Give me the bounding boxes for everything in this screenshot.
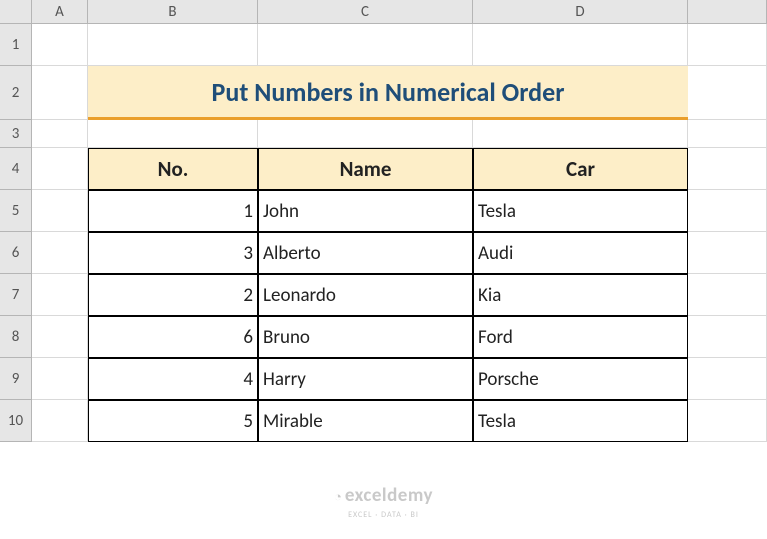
cell-e4[interactable] bbox=[688, 148, 767, 190]
cell-e5[interactable] bbox=[688, 190, 767, 232]
cell-a10[interactable] bbox=[32, 400, 88, 442]
row-header-8[interactable]: 8 bbox=[0, 316, 32, 358]
td-name[interactable]: Mirable bbox=[258, 400, 473, 442]
cell-a1[interactable] bbox=[32, 24, 88, 66]
cell-e1[interactable] bbox=[688, 24, 767, 66]
th-name[interactable]: Name bbox=[258, 148, 473, 190]
th-car[interactable]: Car bbox=[473, 148, 688, 190]
td-name[interactable]: Leonardo bbox=[258, 274, 473, 316]
td-car[interactable]: Kia bbox=[473, 274, 688, 316]
watermark-brand: exceldemy bbox=[345, 484, 433, 507]
row-header-3[interactable]: 3 bbox=[0, 120, 32, 148]
row-header-9[interactable]: 9 bbox=[0, 358, 32, 400]
row-header-7[interactable]: 7 bbox=[0, 274, 32, 316]
cell-a9[interactable] bbox=[32, 358, 88, 400]
select-all-corner[interactable] bbox=[0, 0, 32, 24]
td-no[interactable]: 5 bbox=[88, 400, 258, 442]
cell-a6[interactable] bbox=[32, 232, 88, 274]
td-car[interactable]: Tesla bbox=[473, 400, 688, 442]
td-name[interactable]: Bruno bbox=[258, 316, 473, 358]
col-header-extra[interactable] bbox=[688, 0, 767, 24]
cell-a7[interactable] bbox=[32, 274, 88, 316]
td-no[interactable]: 1 bbox=[88, 190, 258, 232]
cell-e3[interactable] bbox=[688, 120, 767, 148]
row-header-5[interactable]: 5 bbox=[0, 190, 32, 232]
td-car[interactable]: Tesla bbox=[473, 190, 688, 232]
col-header-b[interactable]: B bbox=[88, 0, 258, 24]
cell-b3[interactable] bbox=[88, 120, 258, 148]
row-header-2[interactable]: 2 bbox=[0, 66, 32, 120]
cell-e6[interactable] bbox=[688, 232, 767, 274]
cell-c3[interactable] bbox=[258, 120, 473, 148]
cell-c1[interactable] bbox=[258, 24, 473, 66]
col-header-c[interactable]: C bbox=[258, 0, 473, 24]
row-header-6[interactable]: 6 bbox=[0, 232, 32, 274]
td-car[interactable]: Audi bbox=[473, 232, 688, 274]
cell-a3[interactable] bbox=[32, 120, 88, 148]
td-car[interactable]: Porsche bbox=[473, 358, 688, 400]
watermark-icon: ◔ bbox=[334, 490, 342, 505]
col-header-d[interactable]: D bbox=[473, 0, 688, 24]
cell-b1[interactable] bbox=[88, 24, 258, 66]
cell-e9[interactable] bbox=[688, 358, 767, 400]
row-header-1[interactable]: 1 bbox=[0, 24, 32, 66]
col-header-a[interactable]: A bbox=[32, 0, 88, 24]
watermark: ◔ exceldemy EXCEL · DATA · BI bbox=[334, 486, 433, 521]
td-name[interactable]: Harry bbox=[258, 358, 473, 400]
cell-e8[interactable] bbox=[688, 316, 767, 358]
row-header-10[interactable]: 10 bbox=[0, 400, 32, 442]
td-no[interactable]: 6 bbox=[88, 316, 258, 358]
cell-e7[interactable] bbox=[688, 274, 767, 316]
th-no[interactable]: No. bbox=[88, 148, 258, 190]
cell-d1[interactable] bbox=[473, 24, 688, 66]
cell-e2[interactable] bbox=[688, 66, 767, 120]
watermark-tag: EXCEL · DATA · BI bbox=[348, 510, 419, 520]
cell-a5[interactable] bbox=[32, 190, 88, 232]
td-no[interactable]: 2 bbox=[88, 274, 258, 316]
cell-e10[interactable] bbox=[688, 400, 767, 442]
td-name[interactable]: John bbox=[258, 190, 473, 232]
spreadsheet-grid: A B C D 1 2 Put Numbers in Numerical Ord… bbox=[0, 0, 767, 442]
cell-a8[interactable] bbox=[32, 316, 88, 358]
row-header-4[interactable]: 4 bbox=[0, 148, 32, 190]
cell-a2[interactable] bbox=[32, 66, 88, 120]
td-name[interactable]: Alberto bbox=[258, 232, 473, 274]
cell-a4[interactable] bbox=[32, 148, 88, 190]
td-car[interactable]: Ford bbox=[473, 316, 688, 358]
cell-d3[interactable] bbox=[473, 120, 688, 148]
td-no[interactable]: 3 bbox=[88, 232, 258, 274]
td-no[interactable]: 4 bbox=[88, 358, 258, 400]
title-cell[interactable]: Put Numbers in Numerical Order bbox=[88, 66, 688, 121]
